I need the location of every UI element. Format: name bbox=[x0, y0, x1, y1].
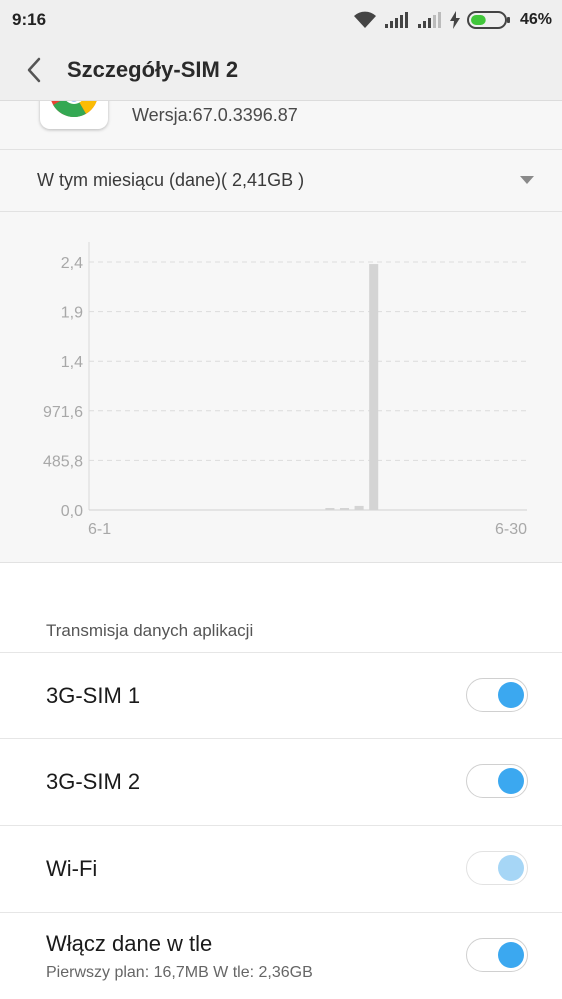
setting-label: 3G-SIM 1 bbox=[46, 683, 141, 708]
usage-chart-svg: 0,0 485,8 971,6 1,4 1,9 2,4 6-1 6-30 bbox=[43, 242, 527, 538]
chart-y-tick-label: 485,8 bbox=[43, 453, 83, 470]
setting-row-sim1[interactable]: 3G-SIM 1 bbox=[0, 652, 562, 739]
caret-down-icon bbox=[520, 176, 534, 184]
sim2-toggle[interactable] bbox=[466, 764, 528, 798]
background-data-toggle[interactable] bbox=[466, 938, 528, 972]
status-time: 9:16 bbox=[12, 10, 47, 29]
app-version: Wersja:67.0.3396.87 bbox=[132, 105, 298, 125]
chart-bar bbox=[369, 264, 379, 510]
wifi-toggle[interactable] bbox=[466, 851, 528, 885]
chart-y-tick-label: 1,4 bbox=[61, 354, 83, 371]
usage-period-selector[interactable]: W tym miesiącu (dane)( 2,41GB ) bbox=[0, 150, 562, 212]
chrome-app-icon bbox=[40, 101, 108, 129]
status-bar: 9:16 46% bbox=[0, 0, 562, 40]
status-icons: 46% bbox=[353, 9, 552, 31]
page-title: Szczegóły-SIM 2 bbox=[67, 57, 239, 82]
signal-sim1-icon bbox=[384, 12, 408, 28]
section-title: Transmisja danych aplikacji bbox=[46, 621, 254, 640]
setting-label: Włącz dane w tle bbox=[46, 931, 213, 956]
back-button[interactable] bbox=[20, 54, 50, 86]
app-info: Wersja:67.0.3396.87 bbox=[0, 101, 562, 150]
battery-percent: 46% bbox=[519, 11, 552, 28]
setting-row-background-data[interactable]: Włącz dane w tle Pierwszy plan: 16,7MB W… bbox=[0, 912, 562, 999]
chart-y-tick-label: 0,0 bbox=[61, 503, 83, 520]
chart-bar bbox=[339, 508, 350, 510]
usage-period-label: W tym miesiącu (dane)( 2,41GB ) bbox=[37, 170, 305, 190]
chart-bar bbox=[354, 505, 364, 510]
setting-row-sim2[interactable]: 3G-SIM 2 bbox=[0, 738, 562, 825]
toggle-knob bbox=[498, 855, 524, 881]
setting-row-wifi[interactable]: Wi-Fi bbox=[0, 825, 562, 912]
toggle-knob bbox=[498, 768, 524, 794]
battery-icon bbox=[466, 11, 510, 29]
setting-sublabel: Pierwszy plan: 16,7MB W tle: 2,36GB bbox=[46, 964, 313, 981]
toggle-knob bbox=[498, 682, 524, 708]
setting-label: 3G-SIM 2 bbox=[46, 769, 141, 794]
sim1-toggle[interactable] bbox=[466, 678, 528, 712]
chart-x-tick-label: 6-30 bbox=[495, 521, 527, 538]
chevron-left-icon bbox=[27, 57, 41, 83]
charging-bolt-icon bbox=[449, 11, 460, 29]
chart-y-tick-label: 971,6 bbox=[43, 404, 83, 421]
chart-y-tick-label: 1,9 bbox=[61, 305, 83, 322]
setting-label: Wi-Fi bbox=[46, 856, 98, 881]
signal-sim2-icon bbox=[417, 12, 441, 28]
chart-x-tick-label: 6-1 bbox=[88, 521, 111, 538]
chart-y-tick-label: 2,4 bbox=[61, 255, 83, 272]
usage-chart: 0,0 485,8 971,6 1,4 1,9 2,4 6-1 6-30 bbox=[0, 212, 562, 563]
chart-bar bbox=[325, 508, 335, 510]
toggle-knob bbox=[498, 942, 524, 968]
title-bar: Szczegóły-SIM 2 bbox=[0, 40, 562, 101]
wifi-icon bbox=[353, 11, 376, 28]
